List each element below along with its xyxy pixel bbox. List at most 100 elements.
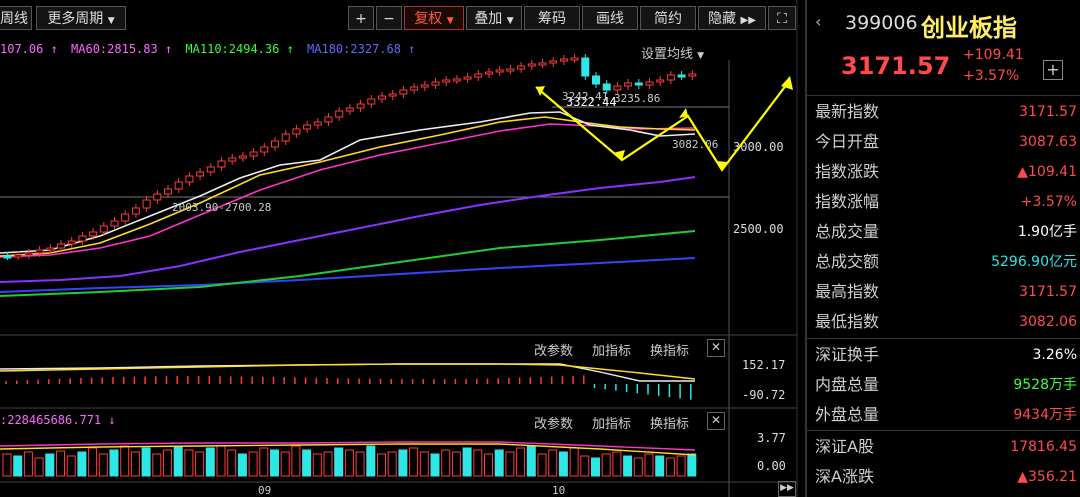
volume-bar bbox=[109, 449, 119, 477]
volume-bar bbox=[548, 449, 558, 477]
candle-body bbox=[14, 254, 23, 258]
volume-histogram bbox=[2, 445, 697, 477]
candle-body bbox=[324, 116, 333, 123]
volume-bar bbox=[366, 445, 376, 477]
quote-row-label: 深证换手 bbox=[815, 345, 880, 364]
candle-body bbox=[581, 57, 590, 77]
current-price: 3171.57 bbox=[841, 52, 951, 80]
volume-bar bbox=[302, 449, 312, 477]
quote-row-value: 3082.06 bbox=[1019, 314, 1077, 330]
volume-bar bbox=[120, 445, 130, 477]
volume-bar bbox=[141, 447, 151, 477]
candle-body bbox=[271, 140, 279, 148]
candle-body bbox=[228, 157, 237, 162]
candle-body bbox=[688, 73, 697, 77]
high-price-label-3: 3235.86 bbox=[614, 92, 660, 105]
high-price-label-2: 3242.41 bbox=[562, 90, 608, 103]
candle-body bbox=[517, 65, 526, 70]
quote-row: 最新指数 3171.57 bbox=[815, 97, 1077, 127]
quote-row-label: 内盘总量 bbox=[815, 375, 880, 394]
macd-change-param-button[interactable]: 改参数 bbox=[534, 340, 573, 359]
quote-row: 总成交额 5296.90亿元 bbox=[815, 247, 1077, 277]
volume-bar bbox=[676, 455, 686, 477]
candle-body bbox=[110, 220, 119, 227]
candle-body bbox=[527, 63, 536, 67]
candle-body bbox=[634, 82, 643, 86]
volume-bar bbox=[237, 453, 247, 477]
candle-body bbox=[506, 68, 515, 72]
vol-change-param-button[interactable]: 改参数 bbox=[534, 413, 573, 432]
volume-bar bbox=[387, 451, 397, 477]
candle-body bbox=[67, 240, 76, 245]
volume-bar bbox=[152, 453, 162, 477]
volume-bar bbox=[205, 447, 215, 477]
candle-body bbox=[420, 84, 429, 88]
candle-body bbox=[249, 151, 258, 157]
candle-body bbox=[485, 71, 493, 75]
volume-bar bbox=[644, 453, 654, 477]
candle-body bbox=[185, 175, 194, 183]
candle-body bbox=[613, 85, 622, 91]
volume-bar bbox=[173, 445, 183, 477]
macd-swap-indicator-button[interactable]: 换指标 bbox=[650, 340, 689, 359]
candle-body bbox=[260, 146, 269, 153]
volume-bar bbox=[248, 451, 258, 477]
candle-body bbox=[666, 74, 675, 81]
vol-swap-indicator-button[interactable]: 换指标 bbox=[650, 413, 689, 432]
vol-close-button[interactable]: ✕ bbox=[707, 412, 725, 430]
quote-row-label: 今日开盘 bbox=[815, 132, 880, 151]
volume-bar bbox=[537, 453, 547, 477]
volume-bar bbox=[227, 449, 237, 477]
volume-bar bbox=[430, 453, 440, 477]
volume-bar bbox=[377, 453, 386, 477]
candle-body bbox=[3, 255, 12, 259]
volume-bar bbox=[633, 457, 643, 477]
quote-row-value: ▲109.41 bbox=[1017, 164, 1077, 180]
vol-add-indicator-button[interactable]: 加指标 bbox=[592, 413, 631, 432]
volume-bar bbox=[687, 453, 697, 477]
quote-row-label: 总成交额 bbox=[815, 252, 880, 271]
candle-body bbox=[677, 74, 686, 78]
quote-row: 总成交量 1.90亿手 bbox=[815, 217, 1077, 247]
volume-bar bbox=[612, 451, 622, 477]
quote-row-label: 深A涨跌 bbox=[815, 467, 874, 486]
quote-row: 内盘总量 9528万手 bbox=[815, 370, 1077, 400]
candle-body bbox=[356, 103, 365, 109]
candle-body bbox=[131, 207, 140, 215]
macd-histogram bbox=[5, 375, 692, 400]
candle-body bbox=[549, 60, 558, 64]
volume-bar bbox=[473, 449, 483, 477]
vol-axis-bottom: 0.00 bbox=[757, 459, 786, 473]
plus-icon: + bbox=[1046, 60, 1060, 79]
macd-close-button[interactable]: ✕ bbox=[707, 339, 725, 357]
candle-body bbox=[378, 95, 386, 100]
candle-body bbox=[367, 98, 376, 105]
quote-row-value: 3171.57 bbox=[1019, 104, 1077, 120]
volume-bar bbox=[312, 453, 322, 477]
add-watchlist-button[interactable]: + bbox=[1043, 60, 1063, 80]
volume-bar bbox=[88, 447, 98, 477]
candle-body bbox=[121, 213, 130, 222]
volume-bar bbox=[419, 451, 429, 477]
macd-add-indicator-button[interactable]: 加指标 bbox=[592, 340, 631, 359]
candle-body bbox=[206, 166, 215, 173]
candle-body bbox=[474, 73, 483, 78]
scroll-right-button[interactable]: ▶▶ bbox=[778, 481, 796, 497]
quote-row-label: 外盘总量 bbox=[815, 405, 880, 424]
volume-bar bbox=[344, 449, 354, 477]
candle-body bbox=[89, 231, 98, 237]
axis-label-2500: 2500.00 bbox=[733, 222, 784, 236]
volume-bar bbox=[505, 451, 515, 477]
collapse-arrow-icon[interactable]: ‹ bbox=[815, 12, 821, 31]
vol-axis-top: 3.77 bbox=[757, 431, 786, 445]
quote-row-label: 最新指数 bbox=[815, 102, 880, 121]
volume-bar bbox=[66, 455, 76, 477]
quote-row: 最高指数 3171.57 bbox=[815, 277, 1077, 307]
volume-bar bbox=[45, 453, 55, 477]
macd-yellow-line bbox=[0, 363, 696, 380]
candle-body bbox=[645, 81, 654, 86]
macd-white-line bbox=[0, 363, 695, 382]
candle-body bbox=[388, 93, 397, 97]
quote-row: 深A涨跌 ▲356.21 bbox=[815, 462, 1077, 492]
candle-body bbox=[345, 107, 354, 112]
